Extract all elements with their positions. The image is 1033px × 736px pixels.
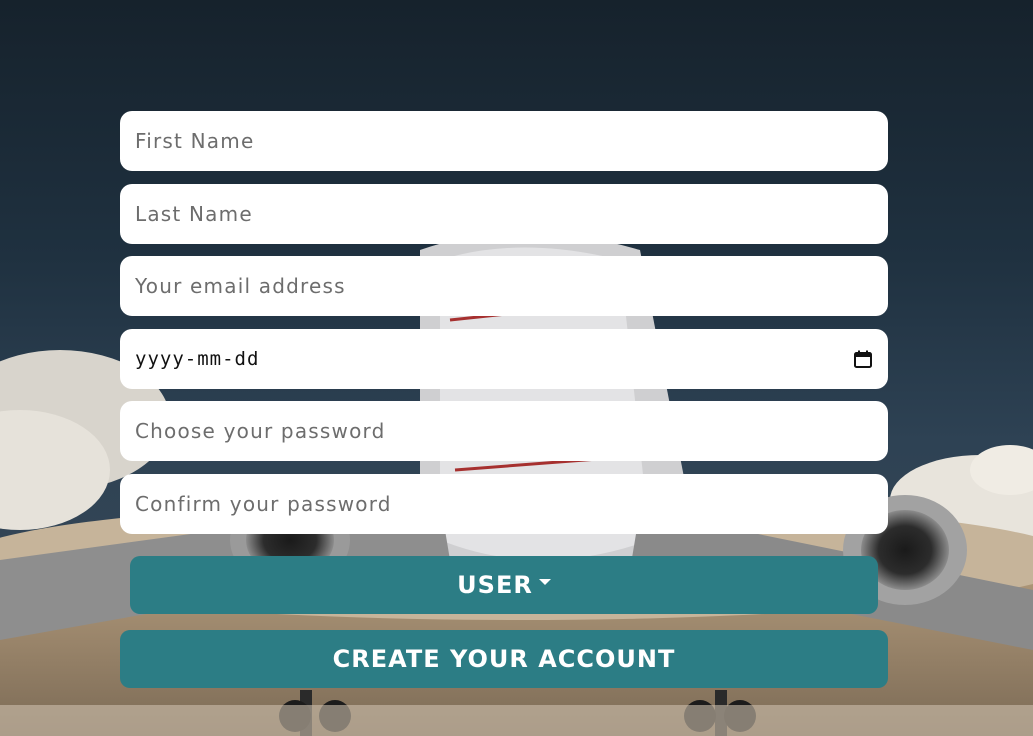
role-dropdown-button[interactable]: USER xyxy=(130,556,878,614)
password-field-container xyxy=(120,401,888,461)
email-input[interactable] xyxy=(135,256,874,316)
birthdate-field[interactable]: yyyy-mm-dd xyxy=(120,329,888,389)
confirm-password-input[interactable] xyxy=(135,474,874,534)
birthdate-placeholder: yyyy-mm-dd xyxy=(135,348,260,370)
password-input[interactable] xyxy=(135,401,874,461)
confirm-password-field-container xyxy=(120,474,888,534)
signup-page: yyyy-mm-dd USER CREATE YOUR ACCOUNT xyxy=(0,0,1033,736)
role-dropdown-label: USER xyxy=(457,571,533,599)
first-name-field-container xyxy=(120,111,888,171)
first-name-input[interactable] xyxy=(135,111,874,171)
email-field-container xyxy=(120,256,888,316)
last-name-input[interactable] xyxy=(135,184,874,244)
caret-down-icon xyxy=(538,579,551,585)
create-account-label: CREATE YOUR ACCOUNT xyxy=(332,645,676,673)
last-name-field-container xyxy=(120,184,888,244)
create-account-button[interactable]: CREATE YOUR ACCOUNT xyxy=(120,630,888,688)
calendar-icon[interactable] xyxy=(852,348,874,370)
